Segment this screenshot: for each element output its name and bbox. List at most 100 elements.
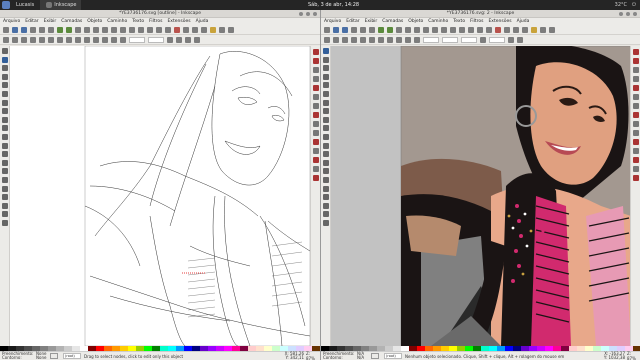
minimize-button[interactable] [299,11,303,16]
snap-midpoint-icon[interactable] [632,130,639,136]
close-button[interactable] [313,11,317,16]
scale-corners-icon[interactable] [517,36,523,43]
break-path-icon[interactable] [30,36,36,43]
paste-icon[interactable] [414,26,420,33]
zoom-tool-icon[interactable] [322,73,329,80]
lower-to-bottom-icon[interactable] [414,36,420,43]
join-segment-icon[interactable] [39,36,45,43]
zoom-selection-icon[interactable] [102,26,108,33]
menu-extensoes[interactable]: Extensões [488,19,511,24]
redo-icon[interactable] [66,26,72,33]
rectangle-tool-icon[interactable] [1,90,8,97]
x-input[interactable] [423,36,439,43]
snap-midpoint-icon[interactable] [312,130,319,136]
duplicate-icon[interactable] [450,26,456,33]
object-to-path-icon[interactable] [111,36,117,43]
undo-icon[interactable] [378,26,384,33]
snap-nodes-icon[interactable] [312,85,319,91]
connector-tool-icon[interactable] [1,219,8,226]
ungroup-icon[interactable] [165,26,171,33]
export-icon[interactable] [369,26,375,33]
smooth-node-icon[interactable] [66,36,72,43]
pen-tool-icon[interactable] [1,142,8,149]
star-tool-icon[interactable] [1,116,8,123]
menu-extensoes[interactable]: Extensões [167,19,190,24]
rotate-cw-icon[interactable] [360,36,366,43]
snap-page-icon[interactable] [312,157,319,163]
minimize-button[interactable] [619,11,623,16]
zoom-drawing-icon[interactable] [432,26,438,33]
text-tool-icon[interactable] [322,159,329,166]
dropper-tool-icon[interactable] [1,211,8,218]
snap-grid-icon[interactable] [312,166,319,172]
mesh-tool-icon[interactable] [322,202,329,209]
print-icon[interactable] [351,26,357,33]
auto-smooth-icon[interactable] [84,36,90,43]
stroke-to-path-icon[interactable] [120,36,126,43]
zoom-drawing-icon[interactable] [111,26,117,33]
menu-arquivo[interactable]: Arquivo [324,19,341,24]
snap-enable-icon[interactable] [312,49,319,55]
snap-cusp-icon[interactable] [632,112,639,118]
show-clip-icon[interactable] [185,36,191,43]
zoom-page-icon[interactable] [441,26,447,33]
cut-icon[interactable] [84,26,90,33]
menu-arquivo[interactable]: Arquivo [3,19,20,24]
lock-ratio-icon[interactable] [480,36,486,43]
snap-smooth-icon[interactable] [632,121,639,127]
spiral-tool-icon[interactable] [322,125,329,132]
snap-path-icon[interactable] [312,94,319,100]
node-y-input[interactable] [148,36,164,43]
unlink-clone-icon[interactable] [468,26,474,33]
select-all-layers-icon[interactable] [333,36,339,43]
snap-center-icon[interactable] [632,139,639,145]
export-icon[interactable] [48,26,54,33]
unlink-clone-icon[interactable] [147,26,153,33]
paste-icon[interactable] [93,26,99,33]
selector-tool-icon[interactable] [322,48,329,54]
ellipse-tool-icon[interactable] [1,108,8,115]
menu-objeto[interactable]: Objeto [87,19,102,24]
menu-camadas[interactable]: Camadas [382,19,403,24]
delete-node-icon[interactable] [12,36,18,43]
eraser-tool-icon[interactable] [1,176,8,183]
taskbar-item-lucasis[interactable]: Lucasis [12,0,38,10]
zoom-page-icon[interactable] [120,26,126,33]
xml-editor-icon[interactable] [522,26,528,33]
align-icon[interactable] [210,26,216,33]
fill-stroke-icon[interactable] [495,26,501,33]
fill-stroke-icon[interactable] [174,26,180,33]
snap-nodes-icon[interactable] [632,85,639,91]
dropper-tool-icon[interactable] [322,211,329,218]
maximize-button[interactable] [306,11,310,16]
app-menu-icon[interactable] [2,1,10,9]
tweak-tool-icon[interactable] [1,65,8,72]
menu-exibir[interactable]: Exibir [44,19,57,24]
document-properties-icon[interactable] [549,26,555,33]
scale-stroke-icon[interactable] [508,36,514,43]
drawing-canvas-outline[interactable] [10,46,310,346]
clone-icon[interactable] [459,26,465,33]
menu-texto[interactable]: Texto [132,19,144,24]
menu-texto[interactable]: Texto [453,19,465,24]
bucket-tool-icon[interactable] [1,185,8,192]
window-titlebar[interactable]: *YE3736176.svg: 2 - Inkscape [321,10,640,18]
layer-selector[interactable]: (root) [63,353,81,359]
menu-caminho[interactable]: Caminho [428,19,448,24]
snap-rotation-center-icon[interactable] [312,148,319,154]
ungroup-icon[interactable] [486,26,492,33]
bucket-tool-icon[interactable] [322,185,329,192]
symmetric-node-icon[interactable] [75,36,81,43]
stroke-width-swatch[interactable] [371,353,379,359]
preferences-icon[interactable] [540,26,546,33]
save-icon[interactable] [342,26,348,33]
snap-intersection-icon[interactable] [312,103,319,109]
menu-objeto[interactable]: Objeto [408,19,423,24]
open-icon[interactable] [12,26,18,33]
drawing-canvas-rendered[interactable] [331,46,631,346]
snap-bbox-icon[interactable] [312,58,319,64]
new-document-icon[interactable] [324,26,330,33]
group-icon[interactable] [156,26,162,33]
node-tool-icon[interactable] [322,56,329,63]
snap-intersection-icon[interactable] [632,103,639,109]
